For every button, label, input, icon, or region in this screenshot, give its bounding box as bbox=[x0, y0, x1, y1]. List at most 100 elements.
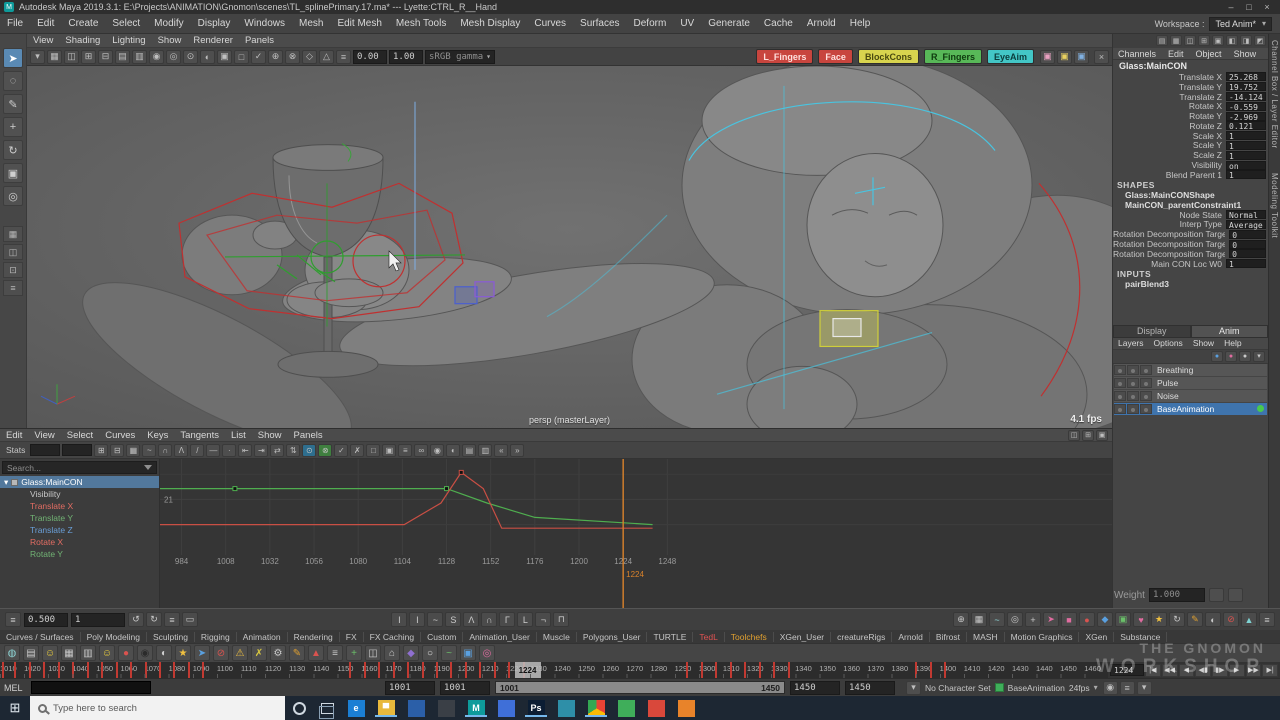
panel-icon[interactable]: ◨ bbox=[1240, 35, 1252, 46]
menu-item[interactable]: Help bbox=[843, 18, 878, 29]
shelf-tool-icon[interactable]: ○ bbox=[422, 645, 438, 661]
shelf-tool-icon[interactable]: ~ bbox=[441, 645, 457, 661]
tangent-type-button[interactable]: Λ bbox=[463, 612, 479, 627]
anim-toolbar-icon[interactable]: ● bbox=[1079, 612, 1095, 627]
menu-item[interactable]: Modify bbox=[147, 18, 190, 29]
graph-toolbar-icon[interactable]: ▦ bbox=[126, 444, 140, 457]
mel-label[interactable]: MEL bbox=[4, 683, 26, 693]
menu-item[interactable]: Generate bbox=[701, 18, 757, 29]
layer-mute-toggle[interactable] bbox=[1114, 391, 1126, 401]
graph-toolbar-icon[interactable]: ▤ bbox=[462, 444, 476, 457]
picker-set-button[interactable]: BlockCons bbox=[858, 49, 919, 64]
graph-toolbar-icon[interactable]: ∩ bbox=[158, 444, 172, 457]
channel-row[interactable]: Rotate Y -2.969 bbox=[1113, 111, 1268, 121]
shelf-tool-icon[interactable]: ▥ bbox=[80, 645, 96, 661]
viewport-toolbar-icon[interactable]: ✓ bbox=[251, 50, 266, 64]
shelf-tab[interactable]: Custom bbox=[421, 632, 463, 642]
shelf-tab[interactable]: Animation_User bbox=[463, 632, 536, 642]
picker-set-button[interactable]: L_Fingers bbox=[756, 49, 813, 64]
start-button[interactable]: ⊞ bbox=[0, 696, 30, 720]
tree-channel-item[interactable]: Rotate X bbox=[0, 536, 159, 548]
viewport-toolbar-icon[interactable]: ⊙ bbox=[183, 50, 198, 64]
viewport-toolbar-icon[interactable]: △ bbox=[319, 50, 334, 64]
anim-toolbar-icon[interactable]: + bbox=[1025, 612, 1041, 627]
tangent-type-button[interactable]: S bbox=[445, 612, 461, 627]
viewport-canvas[interactable]: persp (masterLayer) 4.1 fps bbox=[27, 66, 1112, 428]
playback-option-icon[interactable]: ≡ bbox=[1120, 681, 1135, 695]
channel-value-field[interactable]: -2.969 bbox=[1226, 112, 1266, 121]
tangent-type-button[interactable]: ⊓ bbox=[553, 612, 569, 627]
anim-toolbar-icon[interactable]: ➤ bbox=[1043, 612, 1059, 627]
playback-end-field[interactable]: 1450 bbox=[845, 681, 895, 695]
minimize-button[interactable]: – bbox=[1222, 2, 1240, 12]
channel-row[interactable]: Translate Y 19.752 bbox=[1113, 82, 1268, 92]
panel-menu-item[interactable]: View bbox=[27, 35, 59, 46]
viewport-toolbar-icon[interactable]: ◎ bbox=[166, 50, 181, 64]
layer-solo-toggle[interactable] bbox=[1127, 391, 1139, 401]
graph-toolbar-icon[interactable]: ✓ bbox=[334, 444, 348, 457]
tangent-type-button[interactable]: L bbox=[517, 612, 533, 627]
anim-toolbar-icon[interactable]: ≡ bbox=[1259, 612, 1275, 627]
layer-editor-menu-item[interactable]: Show bbox=[1188, 338, 1219, 349]
channel-row[interactable]: Visibility on bbox=[1113, 160, 1268, 170]
shelf-tool-icon[interactable]: ◫ bbox=[365, 645, 381, 661]
transport-button[interactable]: ▶▶ bbox=[1246, 664, 1262, 677]
viewport-toolbar-icon[interactable]: ▤ bbox=[115, 50, 130, 64]
shelf-tab[interactable]: Curves / Surfaces bbox=[0, 632, 81, 642]
viewport-toolbar-icon[interactable]: ◉ bbox=[149, 50, 164, 64]
graph-editor-menu-item[interactable]: View bbox=[28, 430, 60, 441]
anim-toolbar-icon[interactable]: ▣ bbox=[1115, 612, 1131, 627]
viewport-toolbar-icon[interactable]: ▾ bbox=[30, 50, 45, 64]
layer-editor-menu-item[interactable]: Help bbox=[1219, 338, 1246, 349]
anim-toolbar-icon[interactable]: ~ bbox=[989, 612, 1005, 627]
anim-toolbar-icon[interactable]: ★ bbox=[1151, 612, 1167, 627]
shelf-tab[interactable]: Motion Graphics bbox=[1005, 632, 1080, 642]
menu-item[interactable]: Mesh Tools bbox=[389, 18, 453, 29]
graph-editor-menu-item[interactable]: Select bbox=[61, 430, 99, 441]
current-time-marker[interactable]: 1224 bbox=[515, 662, 541, 678]
tree-channel-item[interactable]: Translate Y bbox=[0, 512, 159, 524]
layer-lock-toggle[interactable] bbox=[1140, 378, 1152, 388]
menu-item[interactable]: Display bbox=[191, 18, 238, 29]
panel-menu-item[interactable]: Panels bbox=[239, 35, 280, 46]
task-view-button[interactable] bbox=[313, 696, 341, 720]
anim-layer-row[interactable]: Breathing bbox=[1114, 364, 1267, 376]
character-set-icon[interactable]: ▾ bbox=[906, 681, 921, 695]
shelf-tool-icon[interactable]: ⚙ bbox=[270, 645, 286, 661]
panel-menu-item[interactable]: Lighting bbox=[106, 35, 151, 46]
channel-box-menu-item[interactable]: Channels bbox=[1113, 48, 1161, 59]
anim-layer-row[interactable]: BaseAnimation bbox=[1114, 403, 1267, 415]
shape-node-name[interactable]: Glass:MainCONShape bbox=[1113, 190, 1268, 200]
shelf-tool-icon[interactable]: ◉ bbox=[137, 645, 153, 661]
anim-toolbar-icon[interactable]: ♥ bbox=[1133, 612, 1149, 627]
picker-set-button[interactable]: Face bbox=[818, 49, 853, 64]
graph-toolbar-icon[interactable]: ⊟ bbox=[110, 444, 124, 457]
graph-editor-menu-item[interactable]: Show bbox=[252, 430, 288, 441]
viewport-toolbar-icon[interactable]: ◫ bbox=[64, 50, 79, 64]
graph-toolbar-icon[interactable]: ⊗ bbox=[318, 444, 332, 457]
graph-toolbar-icon[interactable]: / bbox=[190, 444, 204, 457]
transport-button[interactable]: ◀◀ bbox=[1162, 664, 1178, 677]
channel-row[interactable]: Rotate Z 0.121 bbox=[1113, 121, 1268, 131]
panel-menu-item[interactable]: Shading bbox=[59, 35, 106, 46]
tool-icon[interactable]: ➤ bbox=[3, 48, 23, 68]
shelf-tool-icon[interactable]: ● bbox=[118, 645, 134, 661]
anim-toolbar-icon[interactable]: ■ bbox=[1061, 612, 1077, 627]
viewport-toolbar-icon[interactable]: ⊞ bbox=[81, 50, 96, 64]
shelf-tool-icon[interactable]: ▦ bbox=[61, 645, 77, 661]
shelf-tool-icon[interactable]: ▲ bbox=[308, 645, 324, 661]
layer-lock-toggle[interactable] bbox=[1140, 365, 1152, 375]
graph-toolbar-icon[interactable]: ▥ bbox=[478, 444, 492, 457]
layer-solo-toggle[interactable] bbox=[1127, 404, 1139, 414]
playback-option-icon[interactable]: ◉ bbox=[1103, 681, 1118, 695]
search-input[interactable]: Search... bbox=[2, 461, 157, 474]
shelf-tab[interactable]: Toolchefs bbox=[725, 632, 774, 642]
weight-key-button[interactable] bbox=[1209, 588, 1224, 602]
time-slider[interactable]: 1010102010301040105010601070108010901100… bbox=[0, 662, 1108, 678]
graph-toolbar-icon[interactable]: ~ bbox=[142, 444, 156, 457]
fps-select[interactable]: 24fps bbox=[1069, 683, 1090, 693]
graph-curve-view[interactable]: 9841008103210561080110411281152117612001… bbox=[160, 459, 1112, 609]
cortana-button[interactable] bbox=[285, 696, 313, 720]
anim-end-field[interactable]: 1450 bbox=[790, 681, 840, 695]
anim-value-field[interactable]: 0.500 bbox=[24, 613, 68, 627]
